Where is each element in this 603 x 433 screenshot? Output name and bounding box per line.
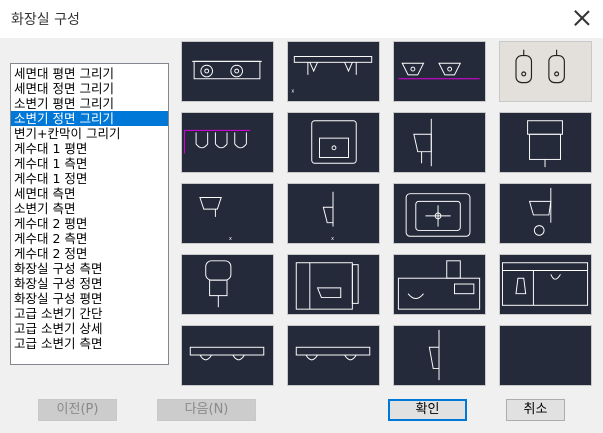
list-item[interactable]: 소변기 측면 (11, 201, 168, 216)
list-item[interactable]: 고급 소변기 간단 (11, 306, 168, 321)
list-item[interactable]: 화장실 구성 정면 (11, 276, 168, 291)
sink-plan-drawing (311, 120, 357, 164)
svg-text:x: x (331, 237, 334, 242)
list-item[interactable]: 화장실 구성 측면 (11, 261, 168, 276)
urinal-simple-drawing (189, 346, 265, 361)
restroom-side-drawing (295, 262, 359, 310)
thumbnail-urinal-detail[interactable] (287, 325, 380, 386)
thumbnail-sink-1-front[interactable] (499, 112, 592, 173)
next-button: 다음(N) (157, 399, 256, 421)
thumbnail-sink-2-side[interactable] (499, 183, 592, 244)
thumbnail-basin-side[interactable]: x (181, 183, 274, 244)
restroom-plan-drawing (501, 262, 589, 306)
thumbnail-restroom-plan[interactable] (499, 254, 592, 315)
thumbnail-restroom-front[interactable] (393, 254, 486, 315)
basin-plan-drawing (192, 60, 262, 80)
thumbnail-urinal-front[interactable] (499, 41, 592, 102)
list-item[interactable]: 세면대 평면 그리기 (11, 66, 168, 81)
svg-text:x: x (291, 89, 294, 94)
svg-text:x: x (229, 237, 232, 242)
title-bar: 화장실 구성 (0, 0, 603, 38)
list-item[interactable]: 소변기 평면 그리기 (11, 96, 168, 111)
list-item[interactable]: 게수대 2 측면 (11, 231, 168, 246)
list-item[interactable]: 고급 소변기 상세 (11, 321, 168, 336)
thumbnail-sink-2-plan[interactable] (393, 183, 486, 244)
urinal-detail-drawing (295, 346, 371, 361)
cancel-button[interactable]: 취소 (506, 399, 565, 421)
drawing-type-list[interactable]: 세면대 평면 그리기 세면대 정면 그리기 소변기 평면 그리기 소변기 정면 … (10, 63, 169, 365)
list-item[interactable]: 고급 소변기 측면 (11, 336, 168, 351)
thumbnail-basin-front[interactable]: x (287, 41, 380, 102)
list-item[interactable]: 세면대 측면 (11, 186, 168, 201)
thumbnail-sink-1-plan[interactable] (287, 112, 380, 173)
sink-2-front-drawing (205, 260, 232, 308)
list-item[interactable]: 게수대 2 평면 (11, 216, 168, 231)
thumbnail-sink-1-side[interactable] (393, 112, 486, 173)
ok-button[interactable]: 확인 (388, 399, 467, 421)
list-item[interactable]: 게수대 1 측면 (11, 156, 168, 171)
sink-2-side-drawing (528, 187, 552, 236)
prev-button: 이전(P) (38, 399, 117, 421)
thumbnail-urinal-side[interactable]: x (287, 183, 380, 244)
urinal-side-drawing: x (322, 191, 334, 242)
window-title: 화장실 구성 (11, 12, 80, 28)
urinal-front-drawing (515, 49, 565, 84)
thumbnail-toilet-partition[interactable] (181, 112, 274, 173)
thumbnail-urinal-plan[interactable] (393, 41, 486, 102)
list-item[interactable]: 게수대 2 정면 (11, 246, 168, 261)
thumbnail-urinal-side-adv[interactable] (393, 325, 486, 386)
urinal-plan-drawing (398, 62, 480, 80)
restroom-front-drawing (397, 260, 481, 310)
list-item[interactable]: 화장실 구성 평면 (11, 291, 168, 306)
list-item[interactable]: 게수대 1 정면 (11, 171, 168, 186)
close-icon[interactable] (572, 8, 592, 28)
toilet-partition-drawing (183, 129, 251, 154)
sink-side-drawing (413, 118, 432, 167)
list-item[interactable]: 게수대 1 평면 (11, 141, 168, 156)
list-item[interactable]: 세면대 정면 그리기 (11, 81, 168, 96)
basin-side-drawing: x (199, 197, 232, 242)
thumbnail-urinal-simple[interactable] (181, 325, 274, 386)
thumbnail-empty (499, 325, 592, 386)
sink-2-plan-drawing (405, 193, 471, 237)
thumbnail-restroom-side[interactable] (287, 254, 380, 315)
basin-front-drawing: x (291, 56, 373, 94)
urinal-side-adv-drawing (428, 329, 440, 381)
thumbnail-basin-plan[interactable] (181, 41, 274, 102)
list-item[interactable]: 변기+칸막이 그리기 (11, 126, 168, 141)
sink-front-drawing (527, 120, 563, 168)
thumbnail-sink-2-front[interactable] (181, 254, 274, 315)
list-item-selected[interactable]: 소변기 정면 그리기 (11, 111, 168, 126)
